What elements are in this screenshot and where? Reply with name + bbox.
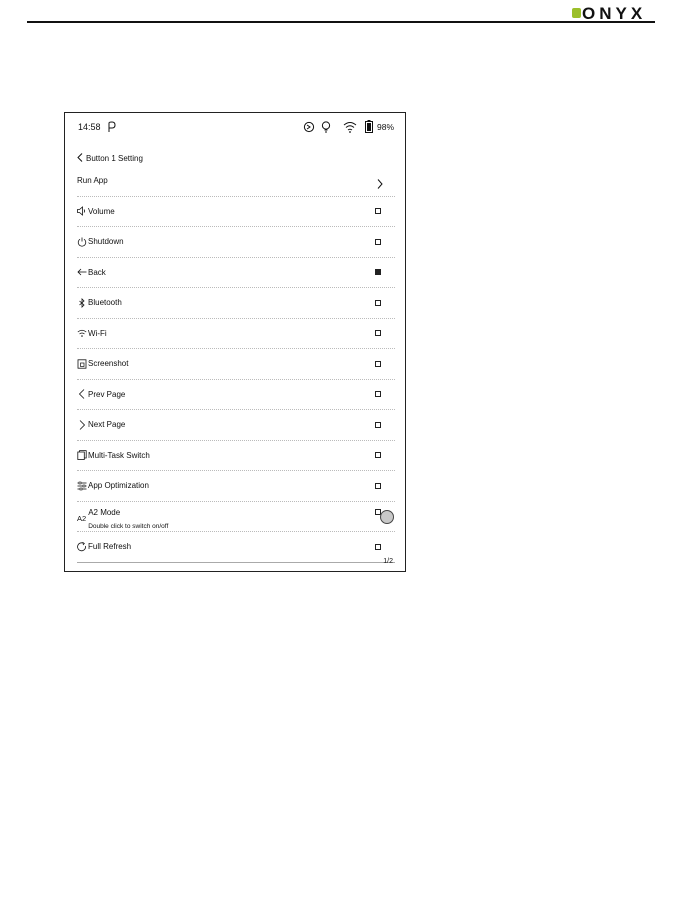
logo-mark (572, 8, 581, 18)
list-item-label: Next Page (88, 420, 126, 430)
list-item-app-optimization[interactable]: App Optimization (77, 471, 395, 502)
status-bar: 14:58 98% (65, 113, 405, 139)
pen-icon[interactable] (107, 120, 117, 138)
list-item-wifi[interactable]: Wi-Fi (77, 319, 395, 349)
battery-level: 98% (377, 122, 395, 132)
bluetooth-icon (77, 297, 87, 308)
list-item-label: Wi-Fi (88, 328, 107, 338)
onyx-logo: ONYX (572, 4, 646, 24)
list-item-multitask-switch[interactable]: Multi-Task Switch (77, 441, 395, 471)
chevron-right-icon (377, 176, 383, 194)
list-item-full-refresh[interactable]: Full Refresh (77, 532, 395, 563)
page-title: Button 1 Setting (86, 153, 143, 163)
list-item-label: Volume (88, 206, 115, 216)
back-chevron-icon[interactable] (77, 149, 83, 167)
list-item-next-page[interactable]: Next Page (77, 410, 395, 441)
list-item-prev-page[interactable]: Prev Page (77, 380, 395, 410)
list-item-back[interactable]: Back (77, 258, 395, 288)
optimization-icon (77, 481, 87, 491)
list-item-label: Prev Page (88, 389, 126, 399)
run-app-label: Run App (77, 176, 108, 186)
checkbox[interactable] (375, 482, 381, 489)
status-time: 14:58 (78, 122, 101, 132)
power-icon (77, 237, 87, 247)
list-item-sublabel: Double click to switch on/off (88, 523, 169, 531)
list-item-label: Multi-Task Switch (88, 450, 150, 460)
sync-icon[interactable] (303, 120, 315, 138)
list-item-label: Back (88, 267, 106, 277)
checkbox[interactable] (375, 543, 381, 550)
checkbox-checked[interactable] (375, 269, 381, 276)
refresh-icon (77, 541, 87, 552)
checkbox[interactable] (375, 208, 381, 215)
speaker-icon (77, 206, 87, 217)
multitask-icon (77, 450, 87, 461)
list-item-label: Screenshot (88, 359, 129, 369)
wifi-status-icon[interactable] (343, 120, 357, 138)
chevron-left-icon (77, 389, 87, 400)
a2-mode-text: A2 Mode Double click to switch on/off (88, 502, 168, 530)
list-item-label: Bluetooth (88, 298, 122, 308)
checkbox[interactable] (375, 238, 381, 245)
list-item-label: App Optimization (88, 481, 149, 491)
arrow-left-icon (77, 267, 87, 277)
list-item-volume[interactable]: Volume (77, 197, 395, 227)
checkbox[interactable] (375, 360, 381, 367)
device-screen: 14:58 98% Button 1 Setting Run App Volum… (64, 112, 406, 572)
list-item-label: Full Refresh (88, 542, 132, 552)
list-item-screenshot[interactable]: Screenshot (77, 349, 395, 380)
button-action-list: Run App Volume Shutdown Back Bluetooth W… (77, 166, 395, 563)
bulb-icon[interactable] (321, 120, 331, 138)
touch-indicator (380, 510, 394, 524)
list-item-label: A2 Mode (88, 508, 121, 518)
checkbox[interactable] (375, 299, 381, 306)
list-item-label: Shutdown (88, 237, 124, 247)
battery-icon (365, 120, 373, 138)
chevron-right-icon (77, 419, 87, 430)
logo-text: ONYX (582, 4, 647, 23)
a2-mode-icon-label: A2 (77, 513, 87, 523)
list-item-shutdown[interactable]: Shutdown (77, 227, 395, 258)
checkbox[interactable] (375, 330, 381, 337)
run-app-row[interactable]: Run App (77, 166, 395, 197)
screenshot-icon (77, 359, 87, 369)
checkbox[interactable] (375, 391, 381, 398)
list-item-a2-mode[interactable]: A2 A2 Mode Double click to switch on/off (77, 502, 395, 532)
header: Button 1 Setting (77, 151, 143, 165)
list-item-bluetooth[interactable]: Bluetooth (77, 288, 395, 319)
checkbox[interactable] (375, 421, 381, 428)
wifi-icon (77, 328, 87, 338)
page-indicator: 1/2 (383, 558, 393, 565)
checkbox[interactable] (375, 452, 381, 459)
top-rule (27, 21, 655, 23)
